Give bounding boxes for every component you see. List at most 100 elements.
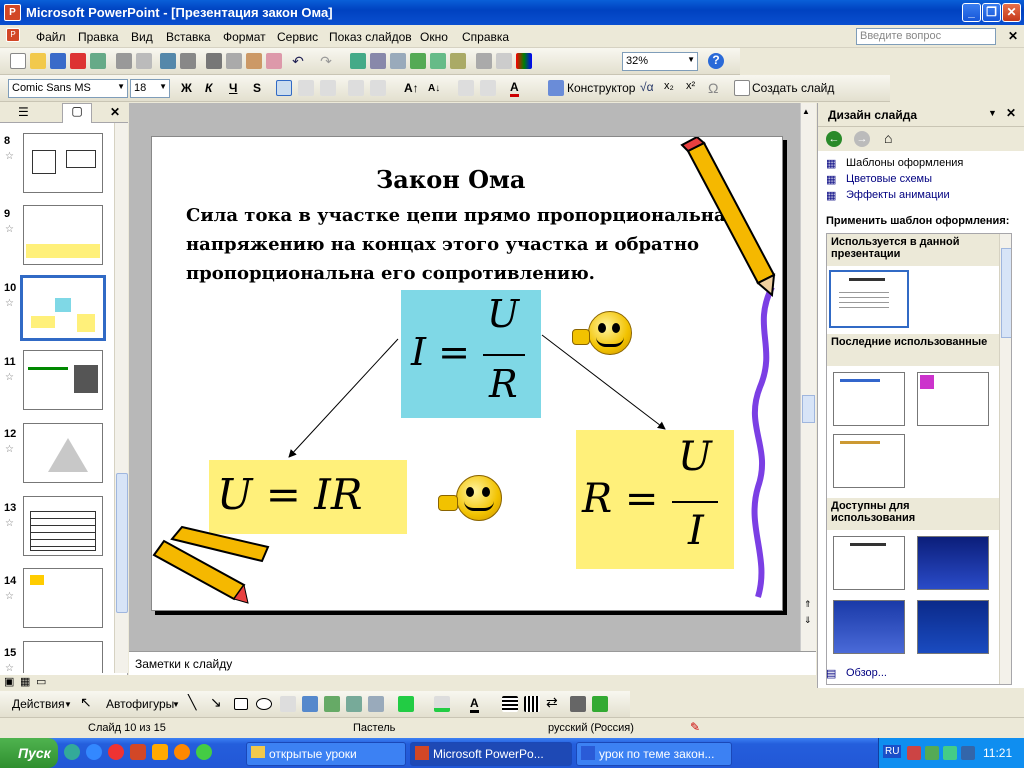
menu-slideshow[interactable]: Показ слайдов xyxy=(329,30,412,44)
oval-icon[interactable] xyxy=(256,698,272,710)
scrollbar-thumb[interactable] xyxy=(802,395,815,423)
antivirus-icon[interactable] xyxy=(943,746,957,760)
menu-edit[interactable]: Правка xyxy=(78,30,119,44)
powerpoint-app-icon[interactable]: P xyxy=(4,4,21,21)
slide-thumbnail-13[interactable] xyxy=(23,496,103,556)
picture-icon[interactable] xyxy=(368,696,384,712)
designer-button[interactable]: Конструктор xyxy=(567,81,635,95)
line-color-icon[interactable] xyxy=(434,696,450,712)
slideshow-view-icon[interactable]: ▭ xyxy=(36,675,46,688)
diagram-icon[interactable] xyxy=(324,696,340,712)
tables-borders-icon[interactable] xyxy=(390,53,406,69)
scroll-up-icon[interactable]: ▲ xyxy=(802,107,810,116)
network-icon[interactable] xyxy=(907,746,921,760)
scrollbar-thumb[interactable] xyxy=(116,473,128,613)
slides-pane-scrollbar[interactable] xyxy=(114,123,128,673)
slides-tab-icon[interactable]: ▢ xyxy=(62,103,92,123)
equation-icon[interactable]: √α xyxy=(640,80,656,96)
redo-icon[interactable]: ↷ xyxy=(318,53,334,69)
task-pane-close-icon[interactable]: ✕ xyxy=(1006,106,1016,120)
print-preview-icon[interactable] xyxy=(136,53,152,69)
font-color-icon[interactable]: A xyxy=(470,697,479,713)
email-icon[interactable] xyxy=(90,53,106,69)
notes-pane[interactable]: Заметки к слайду xyxy=(129,651,816,675)
new-slide-icon[interactable] xyxy=(734,80,750,96)
increase-indent-icon[interactable] xyxy=(480,80,496,96)
template-list-scrollbar[interactable] xyxy=(999,234,1011,684)
increase-font-icon[interactable]: A↑ xyxy=(404,81,419,95)
fill-color-icon[interactable] xyxy=(398,696,414,712)
clipart-icon[interactable] xyxy=(346,696,362,712)
menu-window[interactable]: Окно xyxy=(420,30,448,44)
office-icon[interactable] xyxy=(130,744,146,760)
actions-menu[interactable]: Действия xyxy=(12,697,65,711)
menu-file[interactable]: Файл xyxy=(36,30,66,44)
opera-icon[interactable] xyxy=(108,744,124,760)
shadow-style-icon[interactable] xyxy=(570,696,586,712)
close-button[interactable]: ✕ xyxy=(1002,3,1021,22)
next-slide-icon[interactable]: ⇓ xyxy=(804,615,812,626)
show-formatting-icon[interactable] xyxy=(476,53,492,69)
bullets-icon[interactable] xyxy=(370,80,386,96)
previous-slide-icon[interactable]: ⇑ xyxy=(804,599,812,610)
dash-style-icon[interactable] xyxy=(524,696,540,712)
link-design-templates[interactable]: Шаблоны оформления xyxy=(846,157,963,169)
spelling-status-icon[interactable]: ✎ xyxy=(690,720,700,734)
show-desktop-icon[interactable] xyxy=(64,744,80,760)
close-document-icon[interactable]: ✕ xyxy=(1008,29,1018,43)
decrease-font-icon[interactable]: A↓ xyxy=(428,83,440,94)
arrow-icon[interactable]: ↘ xyxy=(210,694,222,711)
expand-icon[interactable] xyxy=(450,53,466,69)
3d-style-icon[interactable] xyxy=(592,696,608,712)
format-painter-icon[interactable] xyxy=(266,53,282,69)
forward-icon[interactable]: → xyxy=(854,131,870,147)
select-objects-icon[interactable]: ↖ xyxy=(80,694,92,711)
numbering-icon[interactable] xyxy=(348,80,364,96)
print-icon[interactable] xyxy=(116,53,132,69)
align-right-icon[interactable] xyxy=(320,80,336,96)
media-icon[interactable] xyxy=(152,744,168,760)
template-available-3[interactable] xyxy=(833,600,905,654)
scrollbar-thumb[interactable] xyxy=(1001,248,1011,338)
zoom-combo[interactable]: 32% ▼ xyxy=(622,52,698,71)
undo-icon[interactable]: ↶ xyxy=(290,53,306,69)
color-grayscale-icon[interactable] xyxy=(516,53,532,69)
insert-table-icon[interactable] xyxy=(370,53,386,69)
insert-chart-icon[interactable] xyxy=(350,53,366,69)
menu-help[interactable]: Справка xyxy=(462,30,509,44)
autoshapes-menu[interactable]: Автофигуры xyxy=(106,697,174,711)
normal-view-icon[interactable]: ▣ xyxy=(4,675,14,688)
menu-insert[interactable]: Вставка xyxy=(166,30,211,44)
slide-canvas[interactable]: Закон Ома Сила тока в участке цепи прямо… xyxy=(151,136,783,611)
spelling-icon[interactable] xyxy=(160,53,176,69)
taskbar-button-folder[interactable]: открытые уроки xyxy=(246,742,406,766)
font-color-icon[interactable]: A xyxy=(510,81,519,97)
slide-thumbnail-10[interactable] xyxy=(20,275,106,341)
taskbar-button-powerpoint[interactable]: Microsoft PowerPo... xyxy=(410,742,572,766)
slide-thumbnail-15[interactable] xyxy=(23,641,103,673)
link-browse[interactable]: Обзор... xyxy=(846,667,887,679)
textbox-icon[interactable] xyxy=(280,696,296,712)
menu-view[interactable]: Вид xyxy=(131,30,153,44)
save-icon[interactable] xyxy=(50,53,66,69)
outline-tab-icon[interactable]: ☰ xyxy=(18,105,29,119)
cut-icon[interactable] xyxy=(206,53,222,69)
help-icon[interactable]: ? xyxy=(708,53,724,69)
taskbar-button-word[interactable]: урок по теме закон... xyxy=(576,742,732,766)
bold-button[interactable]: Ж xyxy=(181,81,192,95)
template-recent-2[interactable] xyxy=(917,372,989,426)
slide-scrollbar[interactable]: ▲ ⇑ ⇓ xyxy=(800,103,816,651)
back-icon[interactable]: ← xyxy=(826,131,842,147)
permission-icon[interactable] xyxy=(70,53,86,69)
superscript-icon[interactable]: x² xyxy=(686,80,702,96)
link-color-schemes[interactable]: Цветовые схемы xyxy=(846,173,932,185)
shadow-button[interactable]: S xyxy=(253,81,261,95)
template-available-1[interactable] xyxy=(833,536,905,590)
menu-tools[interactable]: Сервис xyxy=(277,30,318,44)
arrow-style-icon[interactable]: ⇄ xyxy=(546,694,558,711)
sound-icon[interactable] xyxy=(925,746,939,760)
paste-icon[interactable] xyxy=(246,53,262,69)
symbol-icon[interactable]: Ω xyxy=(708,80,724,96)
font-size-combo[interactable]: 18 ▼ xyxy=(130,79,170,98)
slide-thumbnail-12[interactable] xyxy=(23,423,103,483)
